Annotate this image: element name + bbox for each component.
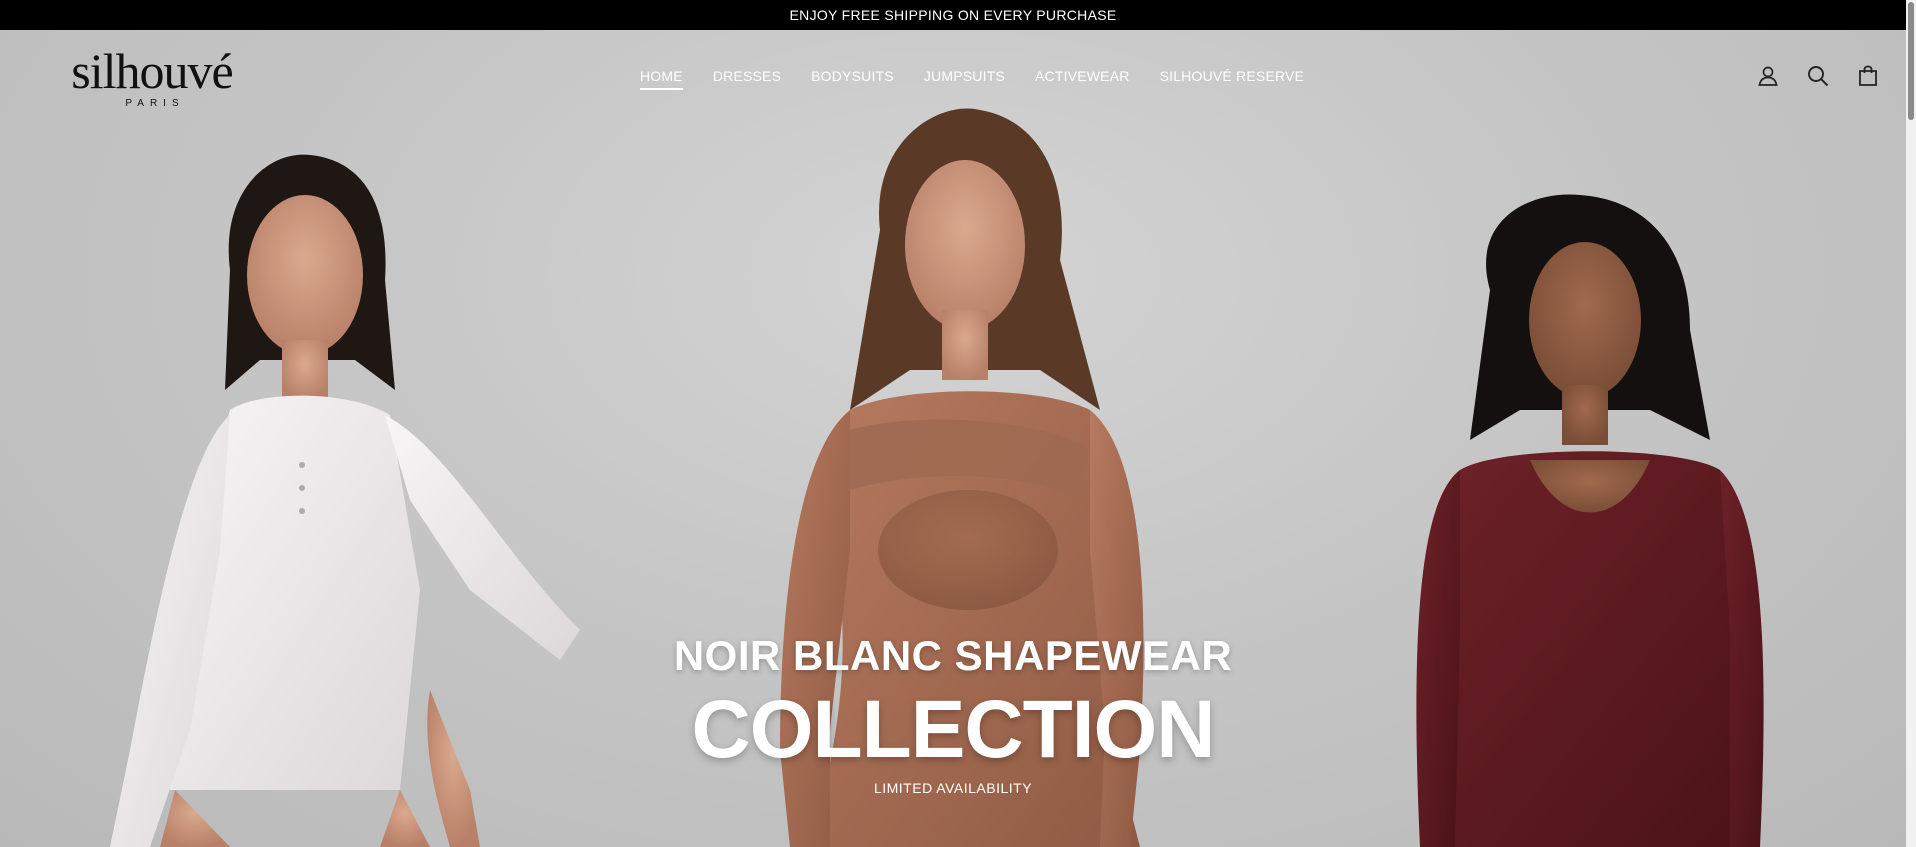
nav-item-jumpsuits[interactable]: JUMPSUITS — [924, 68, 1005, 90]
announcement-text: ENJOY FREE SHIPPING ON EVERY PURCHASE — [789, 7, 1117, 23]
logo-wordmark: silhouvé — [71, 43, 233, 99]
logo-subtitle: PARIS — [125, 98, 185, 109]
page-scrollbar[interactable] — [1906, 0, 1916, 847]
nav-item-activewear[interactable]: ACTIVEWEAR — [1035, 68, 1130, 90]
account-icon[interactable] — [1756, 64, 1780, 88]
brand-logo[interactable]: silhouvé PARIS — [57, 46, 247, 109]
nav-item-dresses[interactable]: DRESSES — [713, 68, 781, 90]
search-icon[interactable] — [1806, 64, 1830, 88]
site-header: silhouvé PARIS HOME DRESSES BODYSUITS JU… — [0, 30, 1906, 130]
scrollbar-thumb[interactable] — [1908, 2, 1914, 120]
main-navigation: HOME DRESSES BODYSUITS JUMPSUITS ACTIVEW… — [640, 68, 1334, 90]
nav-item-silhouve-reserve[interactable]: SILHOUVÉ RESERVE — [1160, 68, 1305, 90]
nav-item-home[interactable]: HOME — [640, 68, 683, 90]
header-icons — [1756, 64, 1880, 88]
hero-subtitle: LIMITED AVAILABILITY — [873, 780, 1033, 796]
nav-item-bodysuits[interactable]: BODYSUITS — [811, 68, 894, 90]
hero-title: NOIR BLANC SHAPEWEAR — [673, 632, 1233, 679]
hero-headline: COLLECTION — [691, 684, 1216, 775]
announcement-bar: ENJOY FREE SHIPPING ON EVERY PURCHASE — [0, 0, 1906, 30]
cart-icon[interactable] — [1856, 64, 1880, 88]
